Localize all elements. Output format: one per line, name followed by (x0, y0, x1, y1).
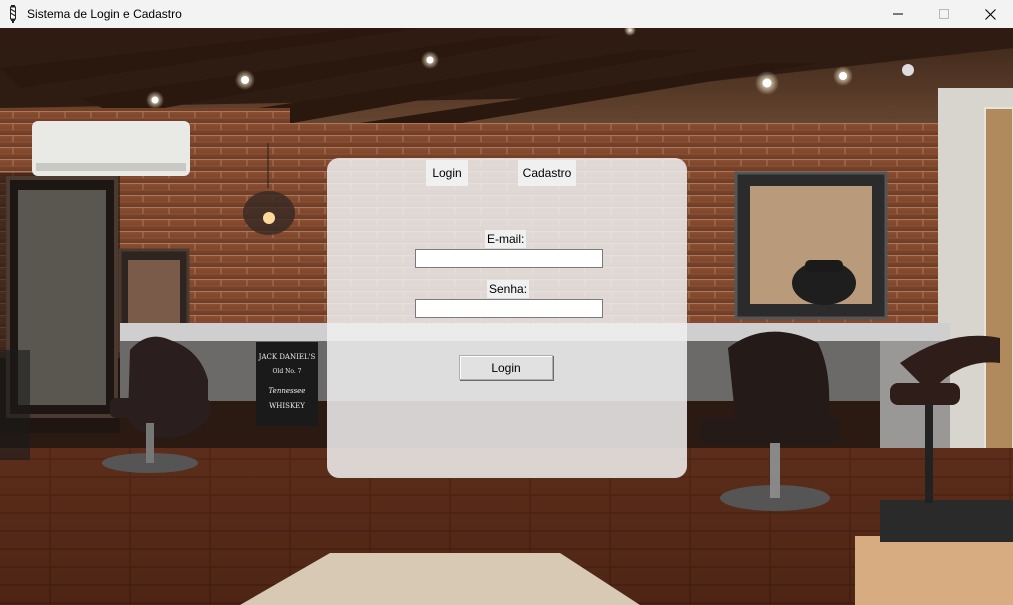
minimize-button[interactable] (875, 0, 921, 28)
barber-pole-icon (8, 5, 18, 23)
barrel-whiskey-text: WHISKEY (269, 402, 305, 410)
password-label: Senha: (487, 280, 530, 298)
window-title: Sistema de Login e Cadastro (27, 7, 182, 21)
close-icon (984, 8, 996, 20)
window-controls (875, 0, 1013, 28)
close-button[interactable] (967, 0, 1013, 28)
login-submit-button[interactable]: Login (459, 355, 553, 380)
tab-login[interactable]: Login (426, 160, 468, 186)
password-field[interactable] (415, 299, 603, 318)
email-label: E-mail: (485, 230, 527, 248)
minimize-icon (893, 13, 903, 15)
maximize-icon (939, 9, 949, 19)
barrel-tennessee-text: Tennessee (269, 387, 306, 395)
barrel-no7-text: Old No. 7 (273, 368, 302, 375)
login-panel: Login Cadastro E-mail: Senha: Login (327, 158, 687, 478)
barrel-brand-text: JACK DANIEL'S (258, 353, 316, 361)
app-window: Sistema de Login e Cadastro JACK DANIEL'… (0, 0, 1013, 605)
tab-cadastro[interactable]: Cadastro (518, 160, 576, 186)
title-bar[interactable]: Sistema de Login e Cadastro (0, 0, 1013, 28)
maximize-button[interactable] (921, 0, 967, 28)
email-field[interactable] (415, 249, 603, 268)
